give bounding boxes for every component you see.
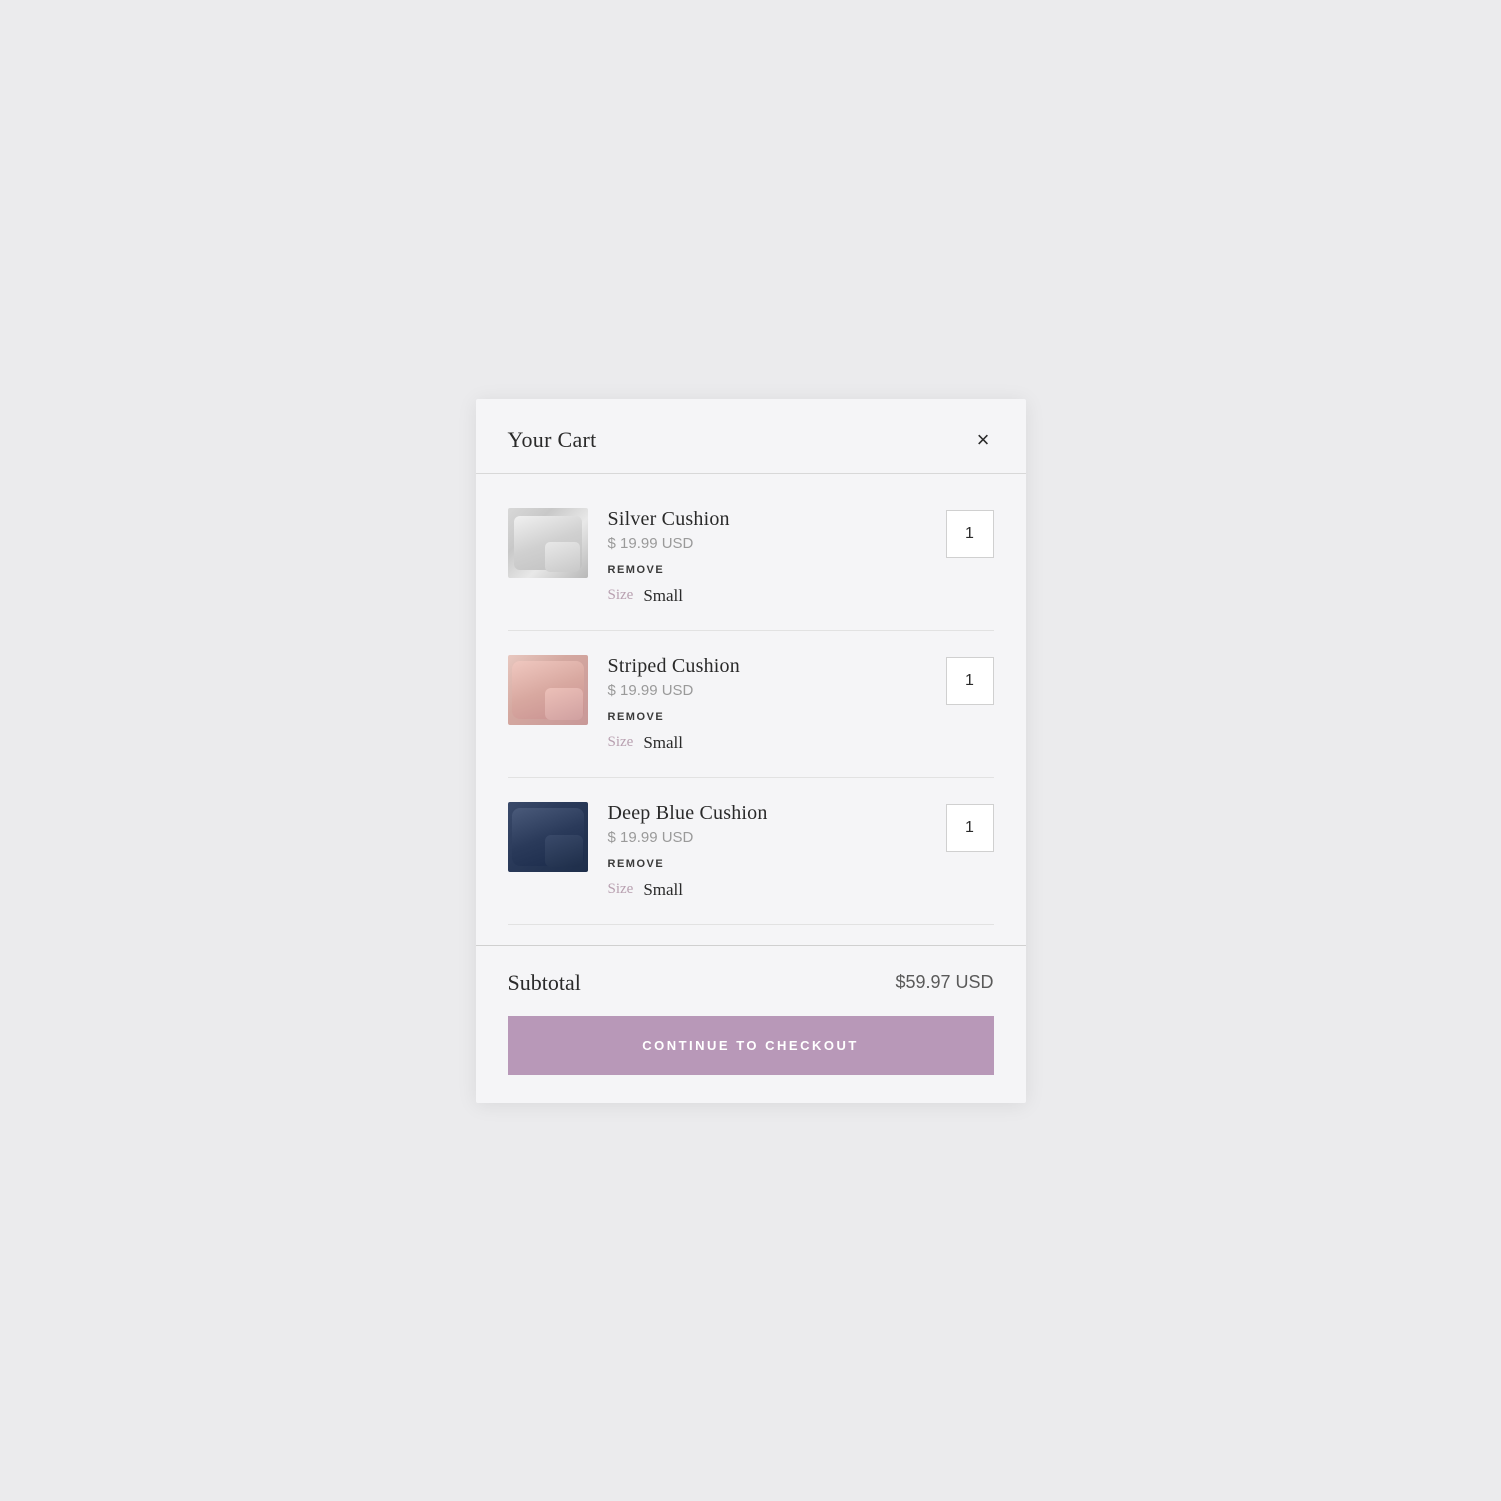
item-price-striped: $ 19.99 USD xyxy=(608,682,926,699)
subtotal-amount: $59.97 USD xyxy=(895,972,993,993)
cart-header: Your Cart × xyxy=(476,399,1026,474)
item-details-striped: Striped Cushion $ 19.99 USD REMOVE Size … xyxy=(608,655,926,753)
item-size-silver: Size Small xyxy=(608,586,926,606)
size-label-striped: Size xyxy=(608,734,634,751)
remove-button-striped[interactable]: REMOVE xyxy=(608,711,665,723)
subtotal-row: Subtotal $59.97 USD xyxy=(508,970,994,996)
product-image-striped xyxy=(508,655,588,725)
cart-items-list: Silver Cushion $ 19.99 USD REMOVE Size S… xyxy=(476,474,1026,935)
cart-item-silver: Silver Cushion $ 19.99 USD REMOVE Size S… xyxy=(508,484,994,631)
size-value-blue: Small xyxy=(643,880,683,900)
item-size-striped: Size Small xyxy=(608,733,926,753)
size-value-silver: Small xyxy=(643,586,683,606)
remove-button-blue[interactable]: REMOVE xyxy=(608,858,665,870)
quantity-blue[interactable]: 1 xyxy=(946,804,994,852)
cart-footer: Subtotal $59.97 USD CONTINUE TO CHECKOUT xyxy=(476,945,1026,1103)
product-image-silver xyxy=(508,508,588,578)
item-name-blue: Deep Blue Cushion xyxy=(608,802,926,825)
item-details-blue: Deep Blue Cushion $ 19.99 USD REMOVE Siz… xyxy=(608,802,926,900)
item-size-blue: Size Small xyxy=(608,880,926,900)
size-label-blue: Size xyxy=(608,881,634,898)
size-value-striped: Small xyxy=(643,733,683,753)
quantity-striped[interactable]: 1 xyxy=(946,657,994,705)
cart-panel: Your Cart × Silver Cushion $ 19.99 USD R… xyxy=(476,399,1026,1103)
remove-button-silver[interactable]: REMOVE xyxy=(608,564,665,576)
checkout-button[interactable]: CONTINUE TO CHECKOUT xyxy=(508,1016,994,1075)
quantity-silver[interactable]: 1 xyxy=(946,510,994,558)
product-image-blue xyxy=(508,802,588,872)
cart-item-striped: Striped Cushion $ 19.99 USD REMOVE Size … xyxy=(508,631,994,778)
item-price-blue: $ 19.99 USD xyxy=(608,829,926,846)
item-price-silver: $ 19.99 USD xyxy=(608,535,926,552)
item-name-striped: Striped Cushion xyxy=(608,655,926,678)
item-details-silver: Silver Cushion $ 19.99 USD REMOVE Size S… xyxy=(608,508,926,606)
size-label-silver: Size xyxy=(608,587,634,604)
cart-title: Your Cart xyxy=(508,427,597,453)
item-name-silver: Silver Cushion xyxy=(608,508,926,531)
close-button[interactable]: × xyxy=(973,427,994,453)
cart-item-blue: Deep Blue Cushion $ 19.99 USD REMOVE Siz… xyxy=(508,778,994,925)
subtotal-label: Subtotal xyxy=(508,970,581,996)
